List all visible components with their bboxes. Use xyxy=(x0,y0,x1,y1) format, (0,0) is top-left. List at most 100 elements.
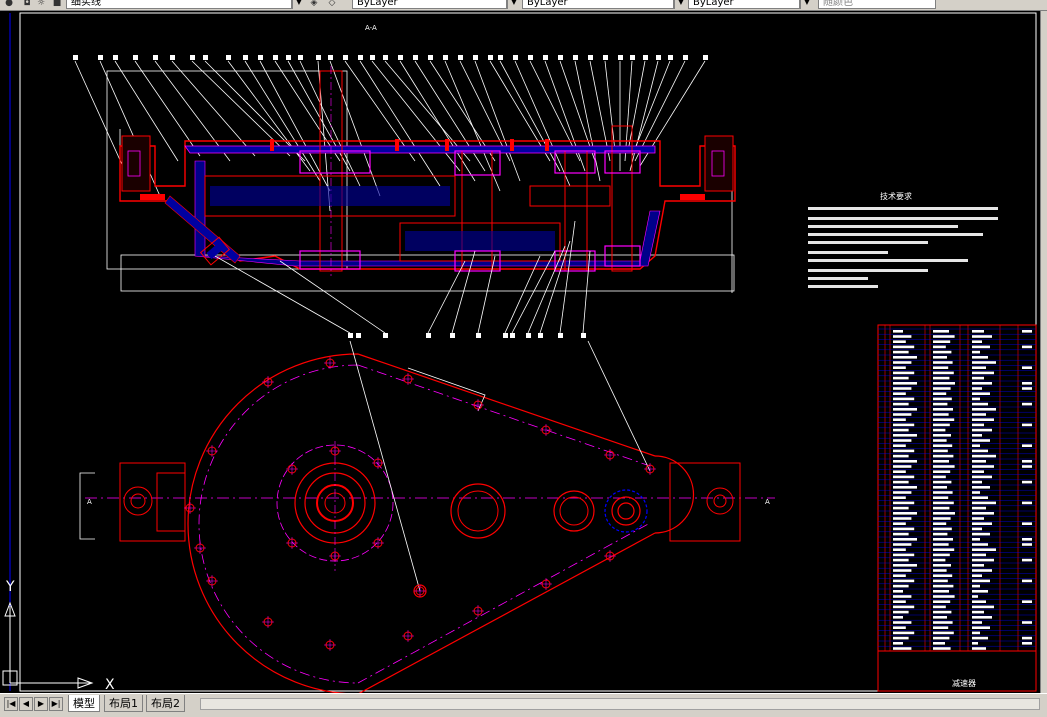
balloon-mid-1 xyxy=(356,333,361,338)
parts-cell-qty xyxy=(972,579,990,583)
parts-cell-code xyxy=(933,361,953,364)
parts-cell-name xyxy=(893,454,909,458)
plotstyle-dropdown[interactable]: 随颜色 xyxy=(818,0,936,9)
parts-cell-qty xyxy=(972,558,994,562)
parts-cell-code xyxy=(933,460,949,463)
layer-previous-icon[interactable]: ◇ xyxy=(325,0,339,9)
linetype-dropdown-arrow[interactable]: ▼ xyxy=(674,0,687,9)
section-view xyxy=(106,66,736,293)
linetype-dropdown[interactable]: ByLayer xyxy=(522,0,674,9)
parts-cell-qty xyxy=(972,631,980,635)
parts-cell-name xyxy=(893,579,915,583)
vertical-scrollbar[interactable] xyxy=(1040,11,1047,693)
leader-mid-drain xyxy=(214,255,351,334)
color-dropdown[interactable]: ByLayer xyxy=(352,0,507,9)
view-marker-bracket xyxy=(79,472,95,540)
parts-cell-code xyxy=(933,538,953,541)
parts-cell-qty xyxy=(972,527,982,531)
parts-cell-note xyxy=(1022,423,1032,427)
parts-cell-qty xyxy=(972,506,986,510)
section-label: A-A xyxy=(365,24,377,32)
cover-wall-hatch xyxy=(184,145,656,154)
plan-lug-right-hole xyxy=(706,487,734,515)
layer-dropdown-arrow[interactable]: ▼ xyxy=(292,0,305,9)
parts-cell-qty xyxy=(972,465,994,468)
parts-cell-name xyxy=(893,439,912,442)
balloon-top-8 xyxy=(226,55,231,60)
parts-cell-code xyxy=(933,413,949,416)
parts-cell-name xyxy=(893,506,909,510)
parts-cell-qty xyxy=(972,512,994,515)
tech-req-line-0 xyxy=(808,207,998,210)
parts-cell-qty xyxy=(972,574,982,577)
balloon-mid-9 xyxy=(538,333,543,338)
lineweight-dropdown[interactable]: ByLayer xyxy=(688,0,800,9)
balloon-top-40 xyxy=(683,55,688,60)
parts-cell-qty xyxy=(972,387,982,390)
parts-cell-qty xyxy=(972,413,986,416)
bearing-2-inner xyxy=(457,490,499,532)
first-tab-button[interactable]: |◀ xyxy=(4,697,18,711)
parts-cell-code xyxy=(933,434,951,437)
parts-cell-note xyxy=(1022,387,1032,390)
plan-lug-left-boss xyxy=(156,472,186,532)
drawing-canvas[interactable]: A-A A A 技术要求 减速器 Y X xyxy=(0,11,1040,693)
prev-tab-button[interactable]: ◀ xyxy=(19,697,33,711)
layer-state-icon[interactable]: ● xyxy=(2,0,16,9)
parts-cell-name xyxy=(893,501,915,505)
parts-cell-qty xyxy=(972,376,984,380)
parts-cell-qty xyxy=(972,330,984,333)
layout-tab-bar: |◀ ◀ ▶ ▶| 模型 布局1 布局2 xyxy=(0,693,1047,717)
tech-req-title: 技术要求 xyxy=(880,191,912,201)
parts-cell-qty xyxy=(972,543,988,546)
parts-cell-name xyxy=(893,356,917,359)
parts-cell-code xyxy=(933,465,955,468)
tab-model[interactable]: 模型 xyxy=(68,695,100,712)
parts-cell-code xyxy=(933,527,952,531)
parts-cell-qty xyxy=(972,600,986,603)
parts-cell-name xyxy=(893,538,917,541)
parts-cell-code xyxy=(933,647,951,650)
bearing-int2-top xyxy=(554,150,596,174)
parts-cell-code xyxy=(933,595,955,598)
parts-cell-name xyxy=(893,631,915,635)
tech-req-line-7 xyxy=(808,269,928,272)
make-current-layer-icon[interactable]: ◈ xyxy=(307,0,321,9)
parts-cell-name xyxy=(893,532,909,536)
parts-cell-code xyxy=(933,616,947,619)
tab-layout2[interactable]: 布局2 xyxy=(146,695,185,712)
parts-cell-code xyxy=(933,475,946,479)
color-dropdown-arrow[interactable]: ▼ xyxy=(507,0,520,9)
tab-layout1[interactable]: 布局1 xyxy=(104,695,143,712)
parts-cell-name xyxy=(893,434,917,437)
foot-bolt-left xyxy=(140,194,165,200)
balloon-top-12 xyxy=(286,55,291,60)
parts-cell-name xyxy=(893,330,903,333)
plan-lug-right-bore xyxy=(713,494,727,508)
last-tab-button[interactable]: ▶| xyxy=(49,697,63,711)
parts-cell-name xyxy=(893,522,906,525)
leader-plan-1 xyxy=(349,340,421,592)
horizontal-scrollbar[interactable] xyxy=(200,698,1040,710)
plan-bolts xyxy=(184,357,656,651)
layer-value: 细实线 xyxy=(71,0,101,8)
parts-list-table: 减速器 xyxy=(877,324,1037,692)
layer-freeze-icon[interactable]: ☼ xyxy=(34,0,48,9)
parts-cell-code xyxy=(933,584,954,588)
leader-mid-3 xyxy=(427,260,466,334)
balloon-top-34 xyxy=(603,55,608,60)
parts-cell-qty xyxy=(972,402,988,406)
parts-cell-code xyxy=(933,610,952,614)
layer-color-icon[interactable]: ■ xyxy=(50,0,64,9)
layer-lock-icon[interactable]: ◘ xyxy=(20,0,34,9)
output-shaft-section xyxy=(617,502,635,520)
parts-cell-qty xyxy=(972,605,994,609)
layer-dropdown[interactable]: 细实线 xyxy=(66,0,292,9)
parts-cell-qty xyxy=(972,371,994,375)
next-tab-button[interactable]: ▶ xyxy=(34,697,48,711)
lineweight-dropdown-arrow[interactable]: ▼ xyxy=(800,0,813,9)
parts-cell-code xyxy=(933,564,951,567)
parts-cell-qty xyxy=(972,350,980,354)
parts-cell-name xyxy=(893,605,915,609)
parts-cell-name xyxy=(893,449,915,453)
